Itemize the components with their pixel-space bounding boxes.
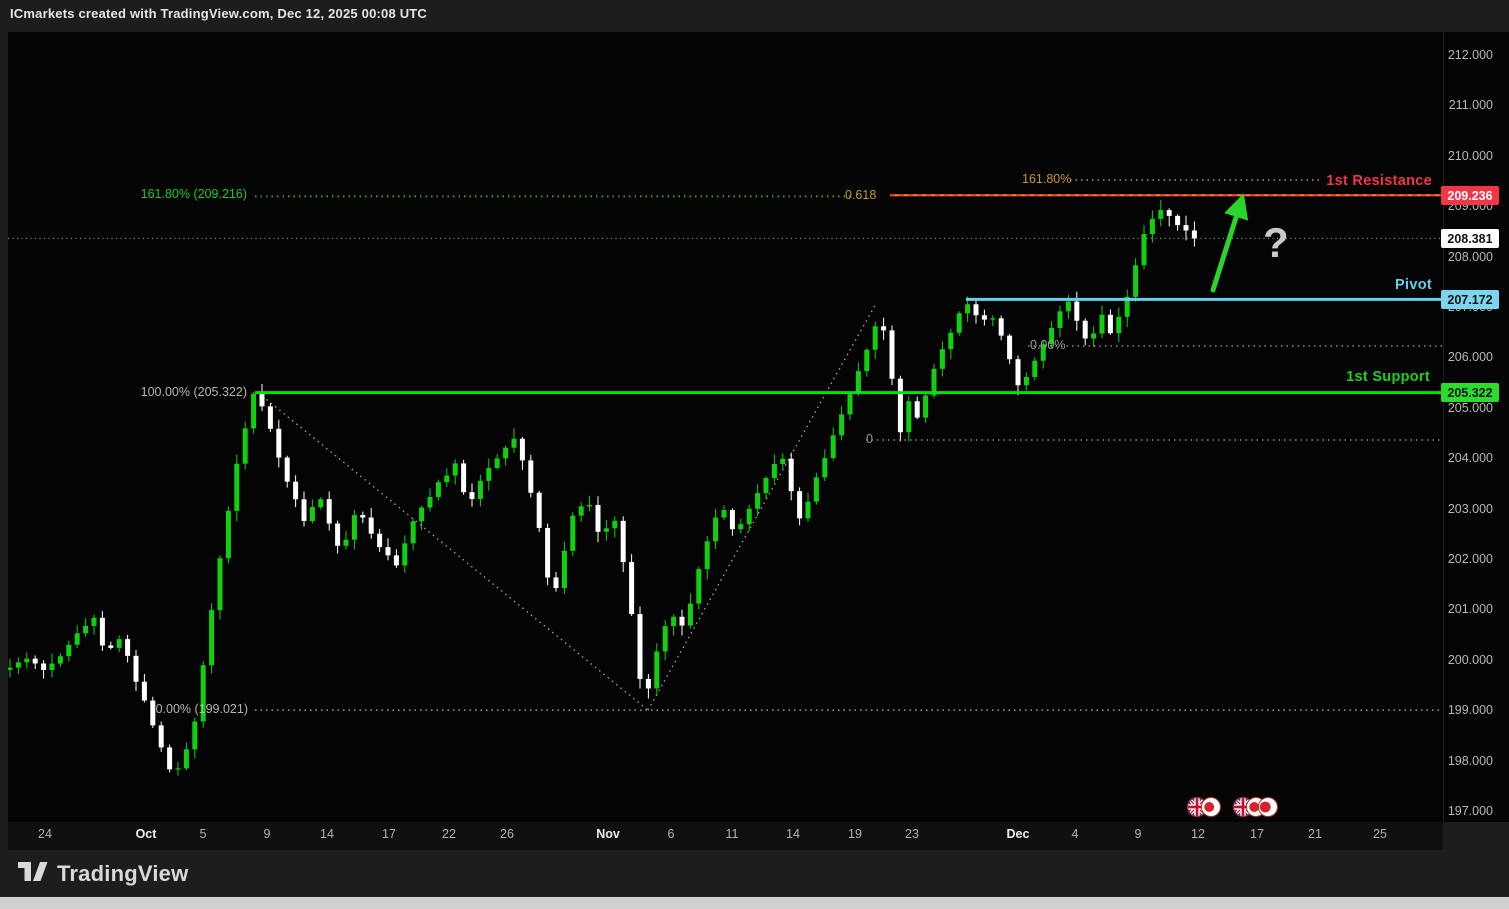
time-label: 9 [264, 827, 271, 841]
price-tick: 198.000 [1448, 754, 1493, 768]
dotted-trendline[interactable] [648, 305, 875, 710]
tradingview-logo-icon [18, 862, 48, 885]
time-label: 4 [1072, 827, 1079, 841]
bottom-strip [0, 897, 1509, 909]
resistance-price-badge: 209.236 [1441, 186, 1499, 205]
japan-flag-icon [1258, 797, 1278, 817]
time-label: 21 [1308, 827, 1322, 841]
price-tick: 206.000 [1448, 350, 1493, 364]
time-label: 14 [786, 827, 800, 841]
time-label: 14 [320, 827, 334, 841]
price-tick: 205.000 [1448, 401, 1493, 415]
time-label: 17 [1250, 827, 1264, 841]
price-tick: 210.000 [1448, 149, 1493, 163]
time-label: 6 [668, 827, 675, 841]
time-label: 24 [38, 827, 52, 841]
price-tick: 199.000 [1448, 703, 1493, 717]
tradingview-brand-text: TradingView [57, 861, 188, 887]
price-tick: 200.000 [1448, 653, 1493, 667]
time-label: 5 [200, 827, 207, 841]
time-label: 17 [382, 827, 396, 841]
candlestick-canvas[interactable] [8, 32, 1443, 822]
price-tick: 201.000 [1448, 602, 1493, 616]
time-label: 23 [905, 827, 919, 841]
footer-bar: TradingView [0, 850, 1509, 897]
last-price-badge: 208.381 [1441, 229, 1499, 248]
price-tick: 202.000 [1448, 552, 1493, 566]
price-tick: 212.000 [1448, 48, 1493, 62]
chart-attribution: ICmarkets created with TradingView.com, … [10, 6, 427, 28]
time-label: 19 [848, 827, 862, 841]
event-flags-group-2[interactable] [1233, 797, 1279, 819]
time-label: 11 [726, 827, 739, 841]
time-label: 9 [1135, 827, 1142, 841]
price-tick: 204.000 [1448, 451, 1493, 465]
dotted-trendline[interactable] [258, 393, 648, 711]
time-label: 26 [500, 827, 514, 841]
time-label: 12 [1191, 827, 1205, 841]
price-tick: 211.000 [1449, 98, 1493, 112]
time-label: Nov [596, 827, 620, 841]
japan-flag-icon [1201, 797, 1221, 817]
price-tick: 197.000 [1448, 804, 1493, 818]
arrow-up-drawing[interactable] [1213, 205, 1240, 290]
tradingview-chart-window: ICmarkets created with TradingView.com, … [0, 0, 1509, 909]
price-tick: 203.000 [1448, 502, 1493, 516]
pivot-price-badge: 207.172 [1441, 290, 1499, 309]
time-label: Dec [1007, 827, 1030, 841]
event-flags-group-1[interactable] [1187, 797, 1227, 819]
support-price-badge: 205.322 [1441, 383, 1499, 402]
price-axis[interactable]: 212.000211.000210.000209.000208.000207.0… [1443, 32, 1509, 822]
time-label: 22 [442, 827, 456, 841]
candles [8, 200, 1197, 776]
chart-plot-area[interactable] [8, 32, 1443, 822]
price-tick: 208.000 [1448, 250, 1493, 264]
time-label: 25 [1373, 827, 1387, 841]
time-axis[interactable]: 24 Oct 5 9 14 17 22 26 Nov 6 11 14 19 23 Dec 4 9 12 17 21 25 [8, 822, 1443, 850]
tradingview-logo[interactable]: TradingView [18, 861, 188, 887]
time-label: Oct [136, 827, 157, 841]
